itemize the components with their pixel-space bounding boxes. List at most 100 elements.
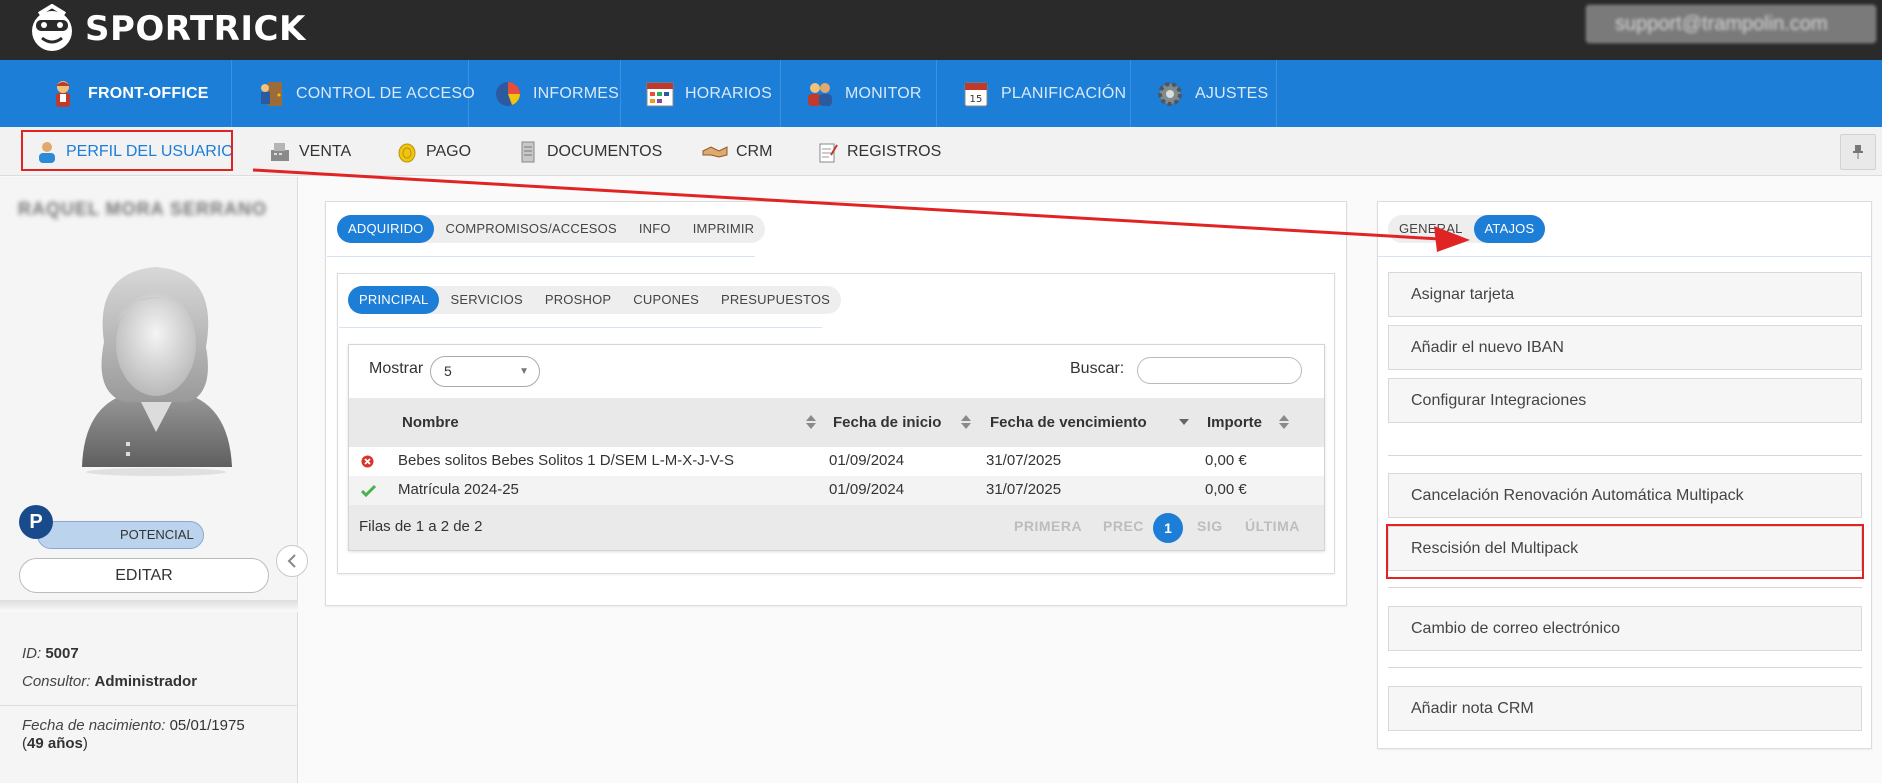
nav-front-office[interactable]: FRONT-OFFICE [0, 60, 232, 127]
tab-cupones[interactable]: CUPONES [622, 286, 710, 314]
table-search-input[interactable] [1137, 357, 1302, 384]
shortcut-configurar-integraciones[interactable]: Configurar Integraciones [1388, 378, 1862, 423]
collapse-sidebar-button[interactable] [276, 545, 308, 577]
shortcut-asignar-tarjeta[interactable]: Asignar tarjeta [1388, 272, 1862, 317]
column-header-fecha-vencimiento[interactable]: Fecha de vencimiento [990, 398, 1147, 447]
sort-both-icon[interactable] [961, 414, 971, 430]
avatar [64, 252, 249, 477]
pagination-next[interactable]: SIG [1197, 505, 1223, 548]
age-value: 49 años [27, 735, 83, 752]
tab-adquirido[interactable]: ADQUIRIDO [337, 215, 435, 243]
page-size-select[interactable]: 5 ▼ [430, 356, 540, 387]
table-row[interactable]: Matrícula 2024-25 01/09/2024 31/07/2025 … [349, 476, 1324, 505]
pagination-page-1[interactable]: 1 [1153, 513, 1183, 543]
subnav-documentos[interactable]: DOCUMENTOS [517, 127, 662, 176]
tab-compromisos-accesos[interactable]: COMPROMISOS/ACCESOS [434, 215, 627, 243]
tab-general[interactable]: GENERAL [1388, 215, 1474, 243]
brand-name: SPORTRICK [85, 9, 306, 49]
svg-text:15: 15 [969, 94, 982, 105]
nav-control-de-acceso-label: CONTROL DE ACCESO [296, 84, 475, 102]
nav-horarios[interactable]: HORARIOS [621, 60, 781, 127]
pagination-first[interactable]: PRIMERA [1014, 505, 1082, 548]
tabs-underline [339, 327, 822, 328]
tab-servicios[interactable]: SERVICIOS [439, 286, 533, 314]
edit-profile-button[interactable]: EDITAR [19, 558, 269, 593]
cell-fecha-inicio: 01/09/2024 [829, 481, 905, 498]
pagination-last[interactable]: ÚLTIMA [1245, 505, 1300, 548]
profile-name: RAQUEL MORA SERRANO [18, 199, 268, 219]
nav-informes[interactable]: INFORMES [469, 60, 621, 127]
table-row[interactable]: Bebes solitos Bebes Solitos 1 D/SEM L-M-… [349, 447, 1324, 476]
cell-nombre: Matrícula 2024-25 [398, 481, 519, 498]
status-badge-letter: P [19, 505, 53, 539]
tab-imprimir[interactable]: IMPRIMIR [682, 215, 766, 243]
subnav-pago[interactable]: PAGO [396, 127, 471, 176]
page: { "app": { "brand": "SPORTRICK", "user_e… [0, 0, 1882, 783]
sort-both-icon[interactable] [806, 414, 816, 430]
pagination-prev[interactable]: PREC [1103, 505, 1144, 548]
profile-id-line: ID: 5007 [22, 645, 79, 662]
column-header-nombre[interactable]: Nombre [402, 398, 459, 447]
handshake-icon [702, 141, 728, 163]
tab-proshop[interactable]: PROSHOP [534, 286, 622, 314]
sportrick-mascot-icon [27, 3, 77, 54]
birthdate-label: Fecha de nacimiento: [22, 717, 166, 734]
gear-icon [1155, 79, 1185, 109]
profile-id-label: ID: [22, 645, 42, 662]
tab-presupuestos[interactable]: PRESUPUESTOS [710, 286, 841, 314]
column-header-fecha-inicio[interactable]: Fecha de inicio [833, 398, 941, 447]
red-x-circle-icon [361, 455, 374, 468]
table-info: Filas de 1 a 2 de 2 [359, 518, 483, 535]
top-bar: SPORTRICK support@trampolin.com [0, 0, 1882, 60]
pin-button[interactable] [1840, 134, 1876, 170]
people-group-icon [805, 79, 835, 109]
document-stack-icon [517, 141, 539, 163]
pie-chart-icon [493, 79, 523, 109]
page-size-value: 5 [444, 363, 452, 379]
status-label: POTENCIAL [120, 527, 194, 542]
nav-front-office-label: FRONT-OFFICE [88, 84, 209, 102]
user-account-menu[interactable]: support@trampolin.com [1586, 5, 1876, 43]
subnav-venta[interactable]: VENTA [269, 127, 351, 176]
column-header-importe[interactable]: Importe [1207, 398, 1262, 447]
subnav-registros[interactable]: REGISTROS [817, 127, 941, 176]
profile-consultor-line: Consultor: Administrador [22, 673, 197, 690]
shortcut-anadir-nota-crm[interactable]: Añadir nota CRM [1388, 686, 1862, 731]
subnav-crm-label: CRM [736, 142, 773, 160]
cell-importe: 0,00 € [1205, 452, 1247, 469]
user-email-text: support@trampolin.com [1615, 13, 1828, 35]
tab-atajos[interactable]: ATAJOS [1473, 215, 1546, 243]
cash-register-icon [269, 141, 291, 163]
consultor-value: Administrador [94, 673, 198, 690]
cell-importe: 0,00 € [1205, 481, 1247, 498]
shortcut-cambio-correo[interactable]: Cambio de correo electrónico [1388, 606, 1862, 651]
cell-fecha-vencimiento: 31/07/2025 [986, 452, 1062, 469]
consultor-label: Consultor: [22, 673, 91, 690]
nav-control-de-acceso[interactable]: CONTROL DE ACCESO [232, 60, 475, 127]
divider [1388, 667, 1862, 668]
sort-both-icon[interactable] [1279, 414, 1289, 430]
coin-icon [396, 141, 418, 163]
nav-monitor[interactable]: MONITOR [781, 60, 937, 127]
nav-planificacion[interactable]: 15 PLANIFICACIÓN [937, 60, 1131, 127]
sort-desc-icon[interactable] [1179, 414, 1189, 430]
status-badge: POTENCIAL [37, 521, 204, 549]
nav-informes-label: INFORMES [533, 84, 620, 102]
tab-principal[interactable]: PRINCIPAL [348, 286, 440, 314]
shortcut-anadir-iban[interactable]: Añadir el nuevo IBAN [1388, 325, 1862, 370]
subnav-venta-label: VENTA [299, 142, 352, 160]
nav-horarios-label: HORARIOS [685, 84, 772, 102]
cell-fecha-vencimiento: 31/07/2025 [986, 481, 1062, 498]
calendar-grid-icon [645, 79, 675, 109]
shortcuts-tabs: GENERAL ATAJOS [1388, 215, 1546, 243]
tab-info[interactable]: INFO [628, 215, 682, 243]
acquired-tabs: ADQUIRIDO COMPROMISOS/ACCESOS INFO IMPRI… [337, 215, 766, 243]
nav-ajustes[interactable]: AJUSTES [1131, 60, 1277, 127]
subnav-crm[interactable]: CRM [702, 127, 772, 176]
search-label: Buscar: [1070, 360, 1125, 377]
subnav-registros-label: REGISTROS [847, 142, 942, 160]
brand-logo[interactable]: SPORTRICK [27, 2, 306, 56]
divider [1388, 455, 1862, 456]
shortcut-cancelacion-renovacion[interactable]: Cancelación Renovación Automática Multip… [1388, 473, 1862, 518]
nav-monitor-label: MONITOR [845, 84, 922, 102]
